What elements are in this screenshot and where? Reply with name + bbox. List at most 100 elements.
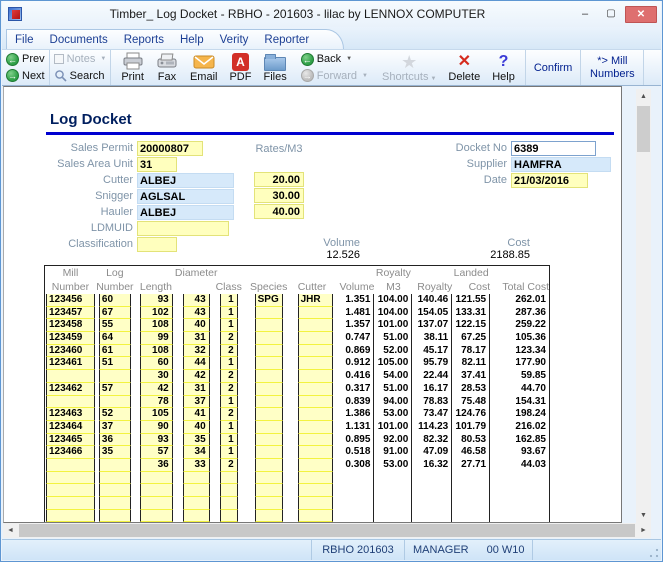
horizontal-scrollbar[interactable]: ◄ ►	[3, 523, 651, 538]
rate-field-cutter[interactable]: 20.00	[254, 172, 304, 187]
input-cell[interactable]: 1	[219, 319, 238, 333]
input-cell[interactable]	[297, 344, 333, 358]
input-cell[interactable]	[254, 319, 283, 333]
input-cell[interactable]: 64	[98, 332, 131, 345]
input-cell[interactable]	[219, 471, 238, 485]
input-cell[interactable]	[297, 408, 333, 421]
input-cell[interactable]: 78	[139, 395, 173, 409]
input-cell[interactable]: 37	[182, 395, 210, 409]
menu-item-reporter[interactable]: Reporter	[264, 34, 309, 46]
input-cell[interactable]	[254, 471, 283, 485]
input-cell[interactable]: 42	[139, 382, 173, 396]
help-button[interactable]: ? Help	[486, 51, 521, 84]
input-cell[interactable]: 108	[139, 319, 173, 333]
input-cell[interactable]: 2	[219, 458, 238, 472]
mill-numbers-button[interactable]: *> Mill Numbers	[581, 50, 643, 85]
scroll-right-icon[interactable]: ►	[636, 523, 651, 538]
input-cell[interactable]: 123460	[46, 344, 95, 358]
input-cell[interactable]: 1	[219, 306, 238, 320]
field-sales-permit[interactable]: 20000807	[137, 140, 203, 156]
input-cell[interactable]: 44	[182, 357, 210, 371]
input-cell[interactable]	[297, 446, 333, 459]
input-cell[interactable]: 31	[182, 382, 210, 396]
input-cell[interactable]: 67	[98, 306, 131, 320]
input-cell[interactable]	[297, 357, 333, 371]
input-cell[interactable]	[219, 497, 238, 510]
input-cell[interactable]: 42	[182, 370, 210, 383]
scroll-up-icon[interactable]: ▲	[636, 89, 651, 104]
menu-item-file[interactable]: File	[15, 34, 34, 46]
input-cell[interactable]	[254, 509, 283, 522]
field-ldmuid[interactable]	[137, 220, 229, 236]
input-cell[interactable]	[46, 370, 95, 383]
input-cell[interactable]	[254, 408, 283, 421]
input-cell[interactable]	[98, 395, 131, 409]
input-cell[interactable]: 60	[98, 294, 131, 307]
input-cell[interactable]	[139, 497, 173, 510]
minimize-button[interactable]: –	[573, 6, 597, 23]
input-cell[interactable]	[98, 458, 131, 472]
input-cell[interactable]: 2	[219, 332, 238, 345]
resize-grip[interactable]	[649, 548, 659, 558]
input-cell[interactable]: 123459	[46, 332, 95, 345]
input-cell[interactable]: 93	[139, 294, 173, 307]
forward-button[interactable]: → Forward ▼	[300, 68, 368, 85]
input-cell[interactable]: 105	[139, 408, 173, 421]
input-cell[interactable]	[297, 433, 333, 447]
input-cell[interactable]: 40	[182, 420, 210, 434]
input-cell[interactable]: 123466	[46, 446, 95, 459]
input-cell[interactable]: 57	[98, 382, 131, 396]
menu-item-reports[interactable]: Reports	[124, 34, 164, 46]
email-button[interactable]: Email	[184, 51, 224, 84]
input-cell[interactable]: 36	[139, 458, 173, 472]
input-cell[interactable]	[139, 484, 173, 497]
input-cell[interactable]	[182, 484, 210, 497]
input-cell[interactable]: 34	[182, 446, 210, 459]
input-cell[interactable]: 43	[182, 306, 210, 320]
input-cell[interactable]	[297, 306, 333, 320]
input-cell[interactable]: 55	[98, 319, 131, 333]
close-button[interactable]: ✕	[625, 5, 657, 23]
field-docket-no[interactable]: 6389	[511, 140, 596, 156]
input-cell[interactable]	[254, 458, 283, 472]
field-sales-area-unit[interactable]: 31	[137, 156, 177, 172]
input-cell[interactable]	[254, 420, 283, 434]
input-cell[interactable]	[297, 497, 333, 510]
menu-item-documents[interactable]: Documents	[50, 34, 108, 46]
input-cell[interactable]: 123456	[46, 294, 95, 307]
input-cell[interactable]	[297, 382, 333, 396]
input-cell[interactable]	[297, 471, 333, 485]
search-button[interactable]: Search	[54, 68, 107, 85]
input-cell[interactable]: 2	[219, 344, 238, 358]
input-cell[interactable]: 2	[219, 370, 238, 383]
input-cell[interactable]: 35	[182, 433, 210, 447]
input-cell[interactable]	[297, 332, 333, 345]
print-button[interactable]: Print	[115, 51, 150, 84]
input-cell[interactable]: 40	[182, 319, 210, 333]
input-cell[interactable]	[297, 370, 333, 383]
prev-button[interactable]: ← Prev	[6, 51, 45, 68]
input-cell[interactable]	[182, 497, 210, 510]
input-cell[interactable]: SPG	[254, 294, 283, 307]
rate-field-snigger[interactable]: 30.00	[254, 188, 304, 203]
input-cell[interactable]	[98, 370, 131, 383]
input-cell[interactable]	[139, 471, 173, 485]
input-cell[interactable]: 61	[98, 344, 131, 358]
input-cell[interactable]: 90	[139, 420, 173, 434]
input-cell[interactable]: 57	[139, 446, 173, 459]
menu-item-help[interactable]: Help	[180, 34, 204, 46]
input-cell[interactable]	[182, 509, 210, 522]
field-supplier[interactable]: HAMFRA	[511, 156, 611, 172]
input-cell[interactable]	[98, 497, 131, 510]
input-cell[interactable]: 123457	[46, 306, 95, 320]
input-cell[interactable]	[139, 509, 173, 522]
input-cell[interactable]: 2	[219, 408, 238, 421]
input-cell[interactable]	[297, 395, 333, 409]
input-cell[interactable]	[46, 497, 95, 510]
input-cell[interactable]	[254, 484, 283, 497]
scroll-down-icon[interactable]: ▼	[636, 508, 651, 523]
field-snigger[interactable]: AGLSAL	[137, 188, 234, 204]
input-cell[interactable]: 31	[182, 332, 210, 345]
input-cell[interactable]: 123465	[46, 433, 95, 447]
input-cell[interactable]: 2	[219, 382, 238, 396]
